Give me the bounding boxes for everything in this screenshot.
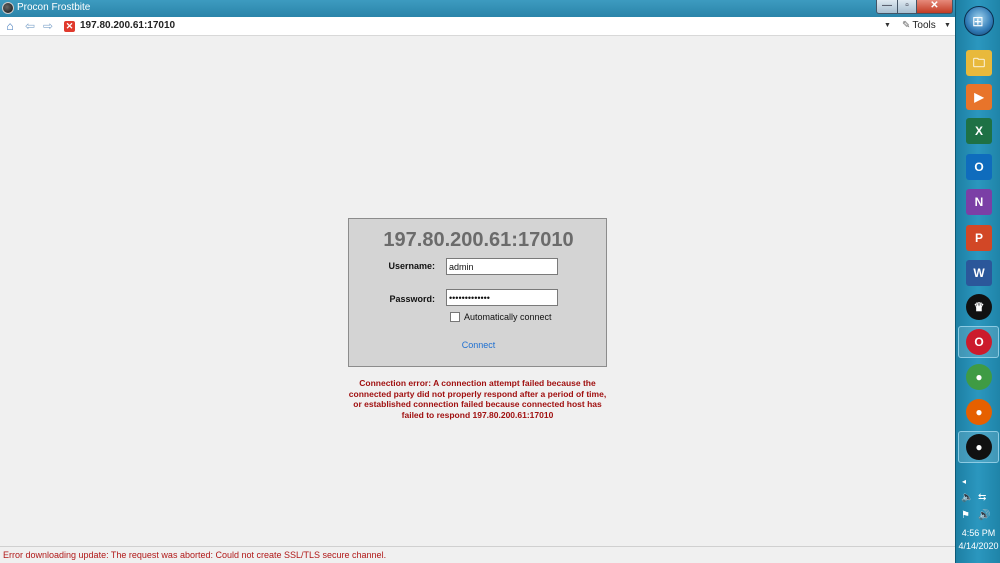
network-icon[interactable]: ⇆ <box>978 492 986 503</box>
login-panel: 197.80.200.61:17010 Username: Password: … <box>348 218 607 367</box>
auto-connect-label[interactable]: Automatically connect <box>464 312 552 322</box>
windows-logo-icon: ⊞ <box>972 13 984 29</box>
navigation-toolbar: ⌂ ⇦ ⇨ ✕ 197.80.200.61:17010 ▼ ✎ Tools ▼ <box>0 17 955 36</box>
taskbar: ⊞ 🗀 ▶ X O N P W ♛ O ● ● ● ◂ 🔈 ⇆ ⚑ 🔊 4:56 PM 4/14/20… <box>955 0 1000 563</box>
username-label: Username: <box>388 261 435 271</box>
onenote-icon[interactable]: N <box>966 189 992 215</box>
start-button[interactable]: ⊞ <box>964 6 994 36</box>
window-title: Procon Frostbite <box>17 2 91 13</box>
tools-menu-button[interactable]: ✎ Tools <box>902 20 936 31</box>
title-bar[interactable]: Procon Frostbite — ▫ ✕ <box>0 0 955 17</box>
opera-icon[interactable]: O <box>966 329 992 355</box>
show-hidden-icons-icon[interactable]: ◂ <box>962 477 966 486</box>
dropdown-icon[interactable]: ▼ <box>884 22 891 29</box>
maximize-button[interactable]: ▫ <box>897 0 917 14</box>
crown-app-icon[interactable]: ♛ <box>966 294 992 320</box>
clock-time[interactable]: 4:56 PM <box>956 528 1000 538</box>
connect-button[interactable]: Connect <box>349 340 608 350</box>
address-text: 197.80.200.61:17010 <box>80 20 176 31</box>
clock-date[interactable]: 4/14/2020 <box>956 541 1000 551</box>
password-input[interactable] <box>446 289 558 306</box>
back-arrow-icon[interactable]: ⇦ <box>24 20 36 32</box>
powerpoint-icon[interactable]: P <box>966 225 992 251</box>
file-explorer-icon[interactable]: 🗀 <box>966 50 992 76</box>
application-window: Procon Frostbite — ▫ ✕ ⌂ ⇦ ⇨ ✕ 197.80.20… <box>0 0 955 563</box>
auto-connect-checkbox[interactable] <box>450 312 460 322</box>
media-player-icon[interactable]: ▶ <box>966 84 992 110</box>
procon-icon[interactable]: ● <box>966 434 992 460</box>
tools-label: Tools <box>912 20 936 31</box>
forward-arrow-icon[interactable]: ⇨ <box>42 20 54 32</box>
word-icon[interactable]: W <box>966 260 992 286</box>
home-icon[interactable]: ⌂ <box>4 20 16 32</box>
minimize-button[interactable]: — <box>876 0 898 14</box>
server-title: 197.80.200.61:17010 <box>383 229 574 251</box>
flag-icon[interactable]: ⚑ <box>961 510 970 521</box>
error-icon: ✕ <box>64 21 75 32</box>
status-bar: Error downloading update: The request wa… <box>0 546 955 563</box>
firefox-icon[interactable]: ● <box>966 399 992 425</box>
username-input[interactable] <box>446 258 558 275</box>
tools-dropdown-icon[interactable]: ▼ <box>944 22 951 29</box>
excel-icon[interactable]: X <box>966 118 992 144</box>
close-button[interactable]: ✕ <box>916 0 953 14</box>
volume-icon[interactable]: 🔊 <box>978 510 990 521</box>
chrome-icon[interactable]: ● <box>966 364 992 390</box>
connection-error-message: Connection error: A connection attempt f… <box>348 378 607 420</box>
speaker-warning-icon[interactable]: 🔈 <box>961 492 973 503</box>
outlook-icon[interactable]: O <box>966 154 992 180</box>
procon-app-icon <box>2 2 14 14</box>
password-label: Password: <box>389 294 435 304</box>
wrench-icon: ✎ <box>902 20 911 31</box>
status-text: Error downloading update: The request wa… <box>3 550 387 560</box>
